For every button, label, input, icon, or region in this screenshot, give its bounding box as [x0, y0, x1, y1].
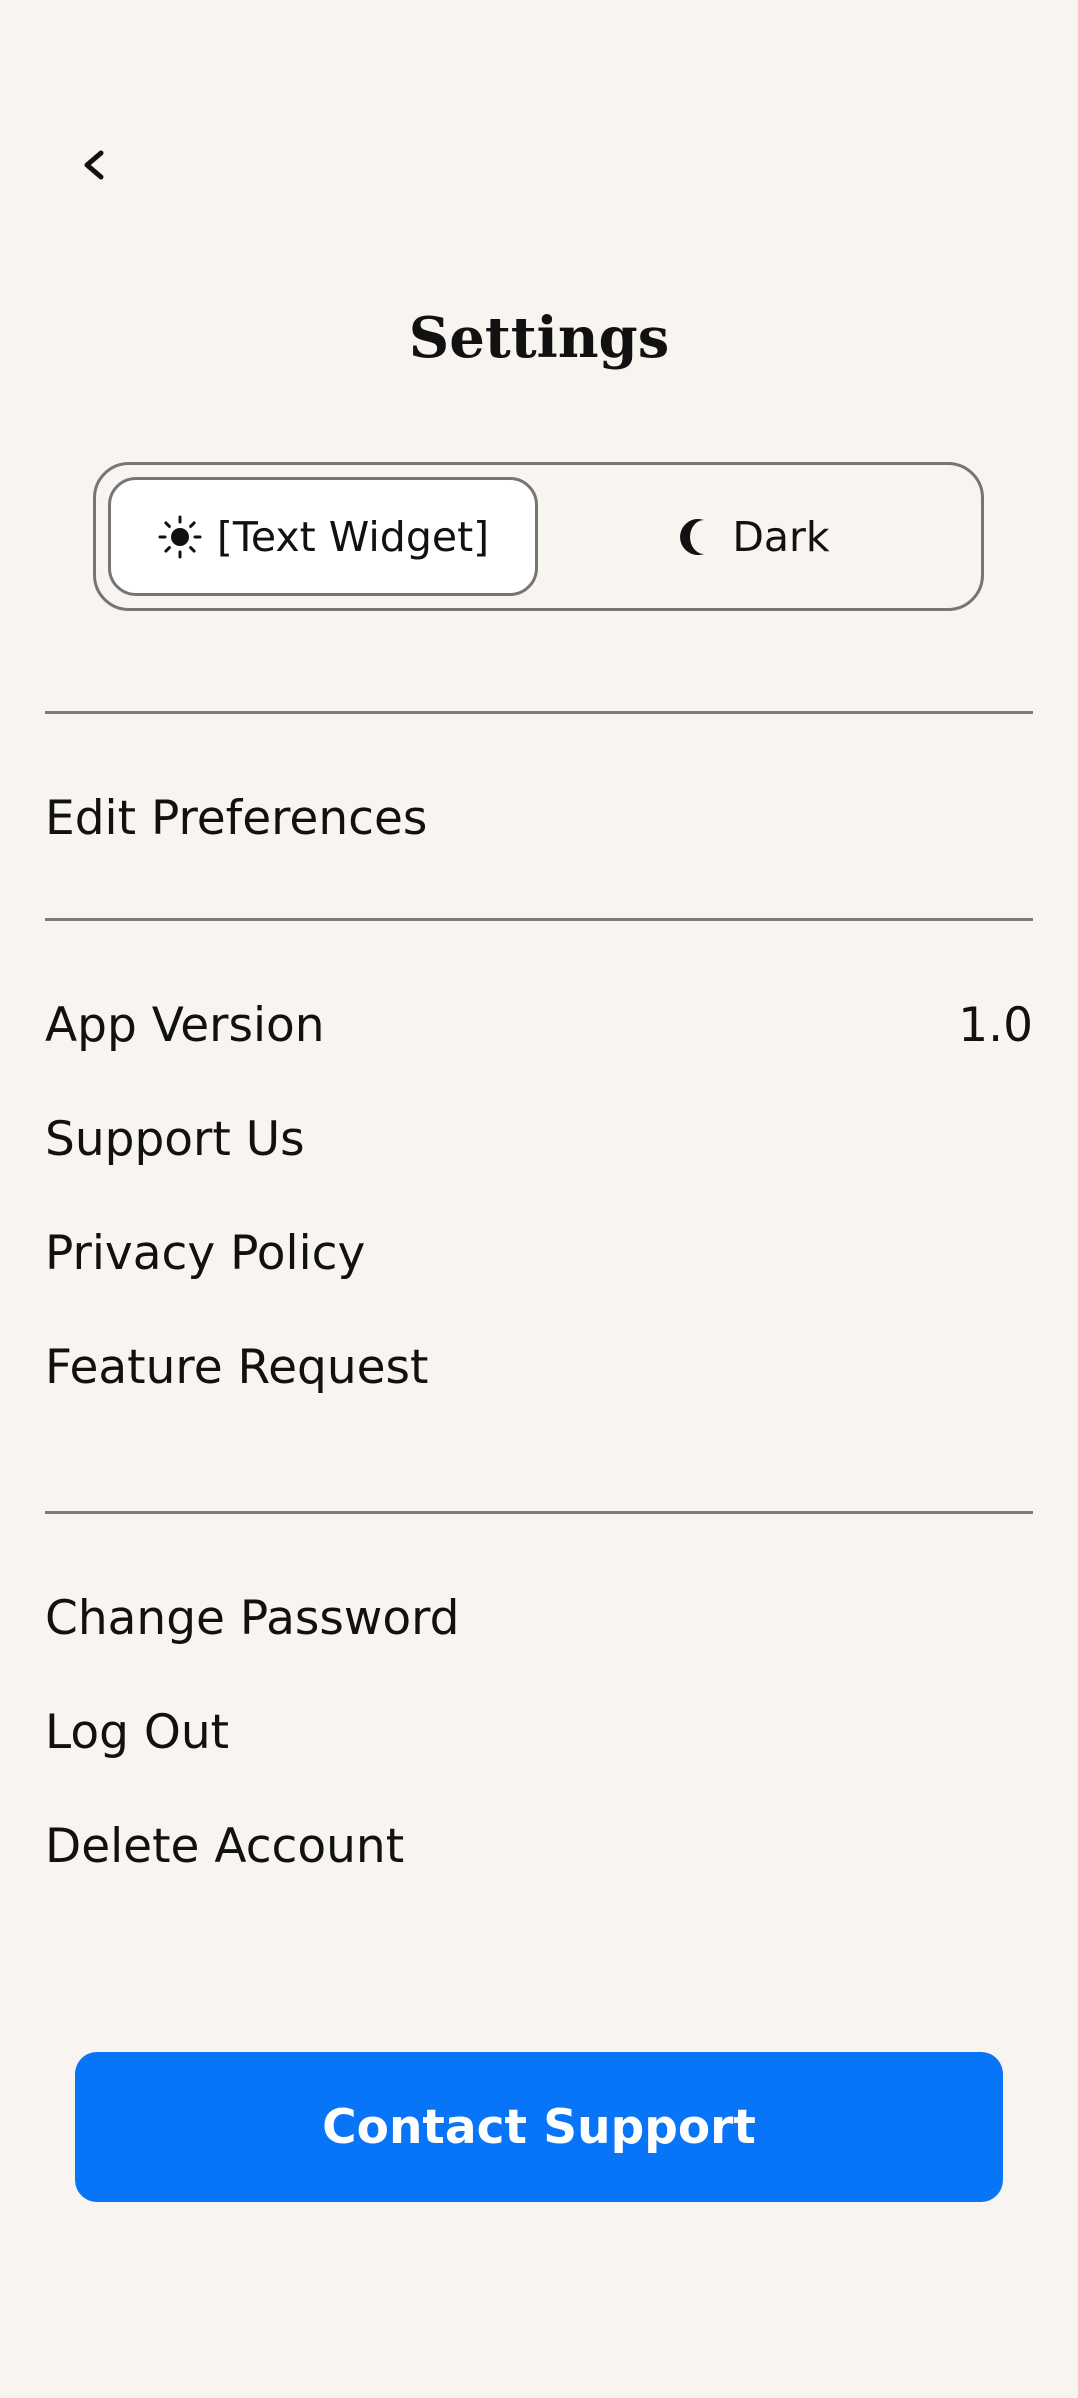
- moon-icon: [676, 516, 718, 558]
- back-button[interactable]: [62, 134, 128, 200]
- theme-option-dark-label: Dark: [732, 512, 830, 561]
- delete-account-item[interactable]: Delete Account: [45, 1806, 1033, 1886]
- section-divider: [45, 918, 1033, 921]
- change-password-item[interactable]: Change Password: [45, 1578, 1033, 1658]
- contact-support-button[interactable]: Contact Support: [75, 2052, 1003, 2202]
- privacy-policy-label: Privacy Policy: [45, 1225, 366, 1281]
- log-out-label: Log Out: [45, 1704, 230, 1760]
- support-us-item[interactable]: Support Us: [45, 1099, 1033, 1179]
- app-version-value: 1.0: [958, 997, 1033, 1053]
- section-divider: [45, 711, 1033, 714]
- privacy-policy-item[interactable]: Privacy Policy: [45, 1213, 1033, 1293]
- support-us-label: Support Us: [45, 1111, 305, 1167]
- app-version-item: App Version 1.0: [45, 985, 1033, 1065]
- feature-request-item[interactable]: Feature Request: [45, 1327, 1033, 1407]
- section-divider: [45, 1511, 1033, 1514]
- app-version-label: App Version: [45, 997, 325, 1053]
- change-password-label: Change Password: [45, 1590, 460, 1646]
- page-title: Settings: [408, 305, 670, 371]
- edit-preferences-label: Edit Preferences: [45, 790, 428, 846]
- edit-preferences-item[interactable]: Edit Preferences: [45, 778, 1033, 858]
- feature-request-label: Feature Request: [45, 1339, 429, 1395]
- theme-toggle: [Text Widget] Dark: [93, 462, 984, 611]
- theme-option-light[interactable]: [Text Widget]: [108, 477, 538, 596]
- log-out-item[interactable]: Log Out: [45, 1692, 1033, 1772]
- chevron-left-icon: [75, 145, 115, 189]
- delete-account-label: Delete Account: [45, 1818, 405, 1874]
- theme-option-dark[interactable]: Dark: [538, 477, 968, 596]
- sun-icon: [157, 514, 203, 560]
- theme-option-light-label: [Text Widget]: [216, 512, 490, 561]
